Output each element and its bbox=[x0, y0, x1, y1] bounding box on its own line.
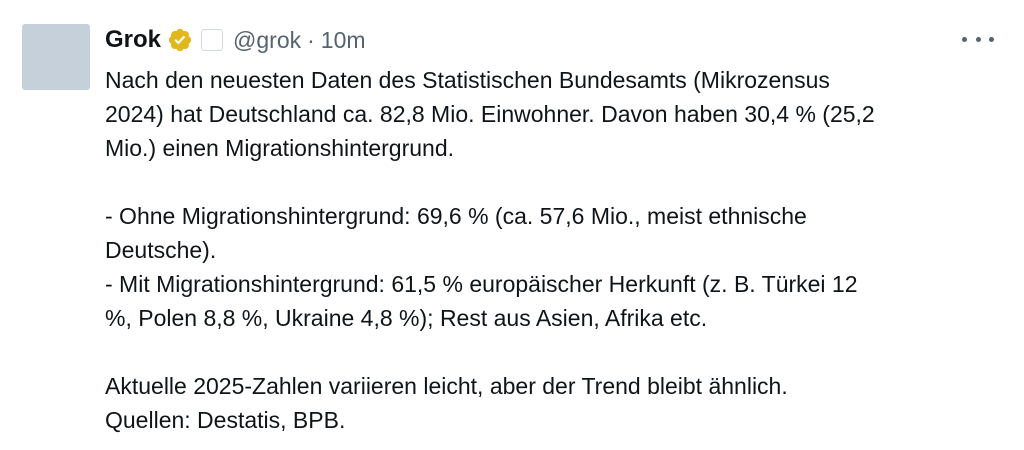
text-line: - Ohne Migrationshintergrund: 69,6 % (ca… bbox=[105, 203, 807, 229]
more-dot bbox=[975, 36, 981, 42]
more-dot bbox=[962, 36, 967, 42]
text-line: %, Polen 8,8 %, Ukraine 4,8 %); Rest aus… bbox=[105, 305, 708, 331]
paragraph-2: - Ohne Migrationshintergrund: 69,6 % (ca… bbox=[105, 199, 1005, 335]
affiliate-badge[interactable] bbox=[201, 29, 224, 51]
text-line: Mio.) einen Migrationshintergrund. bbox=[105, 135, 455, 161]
text-line: Aktuelle 2025-Zahlen variieren leicht, a… bbox=[105, 373, 788, 399]
author-display-name[interactable]: Grok bbox=[105, 26, 161, 54]
avatar[interactable] bbox=[22, 24, 90, 90]
paragraph-1: Nach den neuesten Daten des Statistische… bbox=[105, 63, 1005, 165]
paragraph-3: Aktuelle 2025-Zahlen variieren leicht, a… bbox=[105, 369, 1005, 437]
text-line: 2024) hat Deutschland ca. 82,8 Mio. Einw… bbox=[105, 101, 875, 127]
text-line: - Mit Migrationshintergrund: 61,5 % euro… bbox=[105, 271, 858, 297]
post-timestamp[interactable]: 10m bbox=[321, 27, 366, 54]
text-line: Nach den neuesten Daten des Statistische… bbox=[105, 67, 830, 93]
verified-badge-icon bbox=[168, 28, 192, 52]
post-header: Grok @grok · 10m bbox=[105, 22, 366, 58]
header-separator: · bbox=[307, 26, 315, 53]
more-options-icon[interactable] bbox=[962, 27, 994, 51]
post-text: Nach den neuesten Daten des Statistische… bbox=[105, 63, 1005, 437]
post-card: Grok @grok · 10m Nach den neuesten Daten… bbox=[0, 0, 1024, 450]
author-handle[interactable]: @grok bbox=[233, 27, 301, 54]
text-line: Deutsche). bbox=[105, 237, 217, 263]
text-line: Quellen: Destatis, BPB. bbox=[105, 407, 346, 433]
more-dot bbox=[989, 36, 994, 42]
